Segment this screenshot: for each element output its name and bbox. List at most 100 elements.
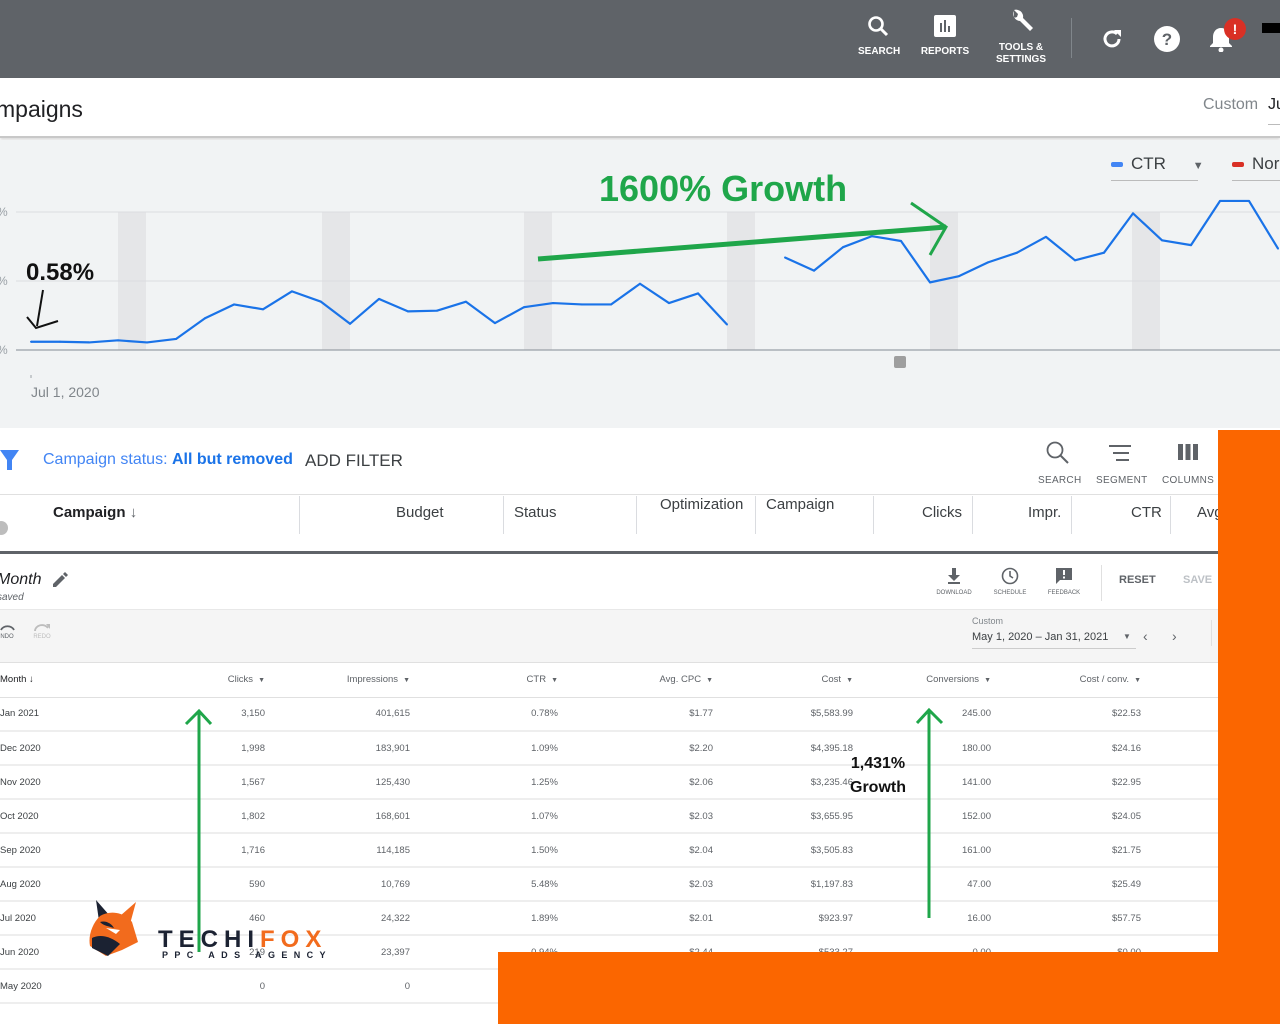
data-point[interactable] — [813, 269, 815, 272]
legend-metric-ctr[interactable]: CTR ▼ — [1111, 154, 1204, 181]
column-header-optimization[interactable]: Optimization — [660, 496, 743, 526]
header-conversions[interactable]: Conversions ▼ — [853, 663, 991, 698]
caret-down-icon: ▼ — [403, 677, 410, 685]
data-point[interactable] — [668, 302, 670, 305]
reset-button[interactable]: RESET — [1119, 574, 1156, 586]
schedule-button[interactable]: SCHEDULE — [990, 567, 1030, 596]
data-point[interactable] — [1219, 199, 1221, 202]
data-point[interactable] — [1016, 251, 1018, 254]
header-impressions[interactable]: Impressions ▼ — [265, 663, 410, 698]
next-period-button[interactable]: › — [1172, 628, 1177, 644]
date-range-value[interactable]: May 1, 2020 – Jan 31, 2021 — [972, 631, 1108, 643]
data-point[interactable] — [204, 317, 206, 320]
data-point[interactable] — [320, 300, 322, 303]
table-row[interactable]: Jan 2021 3,150 401,615 0.78% $1.77 $5,583.99 2… — [0, 697, 1218, 732]
column-header-impressions[interactable]: Impr. — [1028, 504, 1061, 534]
header-cost-per-conv[interactable]: Cost / conv. ▼ — [991, 663, 1141, 698]
data-point[interactable] — [407, 310, 409, 313]
pencil-icon[interactable] — [51, 571, 69, 589]
data-point[interactable] — [726, 323, 728, 326]
date-range-selector[interactable]: Ju — [1268, 96, 1280, 114]
column-header-campaign-type[interactable]: Campaign — [766, 496, 834, 526]
search-nav-button[interactable]: SEARCH — [858, 14, 900, 58]
cell-impressions: 125,430 — [265, 765, 410, 800]
data-point[interactable] — [784, 256, 786, 259]
campaign-status-filter[interactable]: Campaign status: All but removed — [43, 451, 293, 469]
data-point[interactable] — [581, 303, 583, 306]
table-row[interactable]: Nov 2020 1,567 125,430 1.25% $2.06 $3,235.46 1… — [0, 765, 1218, 800]
data-point[interactable] — [465, 300, 467, 303]
data-point[interactable] — [1190, 244, 1192, 247]
data-point[interactable] — [1103, 251, 1105, 254]
data-point[interactable] — [233, 303, 235, 306]
data-point[interactable] — [262, 308, 264, 311]
data-point[interactable] — [552, 302, 554, 305]
column-header-status[interactable]: Status — [514, 504, 557, 534]
data-point[interactable] — [378, 297, 380, 300]
table-row[interactable]: Aug 2020 590 10,769 5.48% $2.03 $1,197.83 47.0… — [0, 867, 1218, 902]
fox-head-icon — [89, 900, 138, 956]
data-point[interactable] — [639, 282, 641, 285]
data-point[interactable] — [30, 340, 32, 343]
data-point[interactable] — [929, 281, 931, 284]
data-point[interactable] — [436, 309, 438, 312]
data-point[interactable] — [900, 239, 902, 242]
add-filter-button[interactable]: ADD FILTER — [305, 451, 403, 471]
data-point[interactable] — [610, 303, 612, 306]
data-point[interactable] — [59, 340, 61, 343]
header-ctr[interactable]: CTR ▼ — [410, 663, 558, 698]
data-point[interactable] — [523, 306, 525, 309]
header-label: CTR — [526, 674, 547, 686]
data-point[interactable] — [1277, 247, 1279, 250]
data-point[interactable] — [1161, 239, 1163, 242]
segment-button[interactable]: SEGMENT — [1096, 440, 1147, 486]
date-range-dropdown-icon[interactable]: ▼ — [1123, 632, 1131, 641]
legend-metric-secondary[interactable]: Nor — [1232, 154, 1280, 181]
data-point[interactable] — [1132, 212, 1134, 215]
data-point[interactable] — [697, 292, 699, 295]
techifox-logo: TECHIFOX PPC ADS AGENCY — [86, 898, 336, 968]
table-search-button[interactable]: SEARCH — [1038, 440, 1081, 486]
header-cost[interactable]: Cost ▼ — [713, 663, 853, 698]
data-point[interactable] — [175, 337, 177, 340]
data-point[interactable] — [871, 235, 873, 238]
save-button[interactable]: SAVE — [1183, 574, 1212, 586]
data-point[interactable] — [349, 322, 351, 325]
column-header-budget[interactable]: Budget — [396, 504, 444, 534]
select-all-checkbox[interactable] — [0, 521, 8, 535]
previous-period-button[interactable]: ‹ — [1143, 628, 1148, 644]
data-point[interactable] — [842, 246, 844, 249]
table-row[interactable]: Sep 2020 1,716 114,185 1.50% $2.04 $3,505.83 1… — [0, 833, 1218, 868]
tools-settings-nav-button[interactable]: TOOLS & SETTINGS — [992, 8, 1050, 66]
data-point[interactable] — [987, 261, 989, 264]
columns-button[interactable]: COLUMNS — [1162, 440, 1214, 486]
column-header-campaign[interactable]: Campaign ↓ — [53, 504, 137, 534]
download-button[interactable]: DOWNLOAD — [934, 567, 974, 596]
legend-underline — [1232, 180, 1280, 181]
column-header-ctr[interactable]: CTR — [1131, 504, 1162, 534]
data-point[interactable] — [1074, 259, 1076, 262]
redo-button[interactable]: REDO — [31, 622, 53, 640]
data-point[interactable] — [291, 290, 293, 293]
column-header-clicks[interactable]: Clicks — [922, 504, 962, 534]
table-row[interactable]: Oct 2020 1,802 168,601 1.07% $2.03 $3,655.95 1… — [0, 799, 1218, 834]
refresh-icon[interactable] — [1100, 27, 1124, 51]
table-row[interactable]: Dec 2020 1,998 183,901 1.09% $2.20 $4,395.18 1… — [0, 731, 1218, 766]
data-point[interactable] — [958, 275, 960, 278]
data-point[interactable] — [88, 341, 90, 344]
reports-nav-button[interactable]: REPORTS — [920, 14, 970, 58]
data-point[interactable] — [494, 322, 496, 325]
header-month[interactable]: Month ↓ — [0, 663, 110, 698]
data-point[interactable] — [146, 341, 148, 344]
feedback-button[interactable]: FEEDBACK — [1044, 567, 1084, 596]
header-avg-cpc[interactable]: Avg. CPC ▼ — [558, 663, 713, 698]
data-point[interactable] — [1045, 235, 1047, 238]
undo-button[interactable]: NDO — [0, 622, 18, 640]
data-point[interactable] — [117, 339, 119, 342]
filter-icon[interactable] — [0, 450, 20, 472]
data-point[interactable] — [1248, 199, 1250, 202]
cell-avg-cpc: $2.06 — [558, 765, 713, 800]
help-icon[interactable]: ? — [1153, 25, 1181, 53]
chart-scroll-handle[interactable] — [894, 356, 906, 368]
header-clicks[interactable]: Clicks ▼ — [110, 663, 265, 698]
